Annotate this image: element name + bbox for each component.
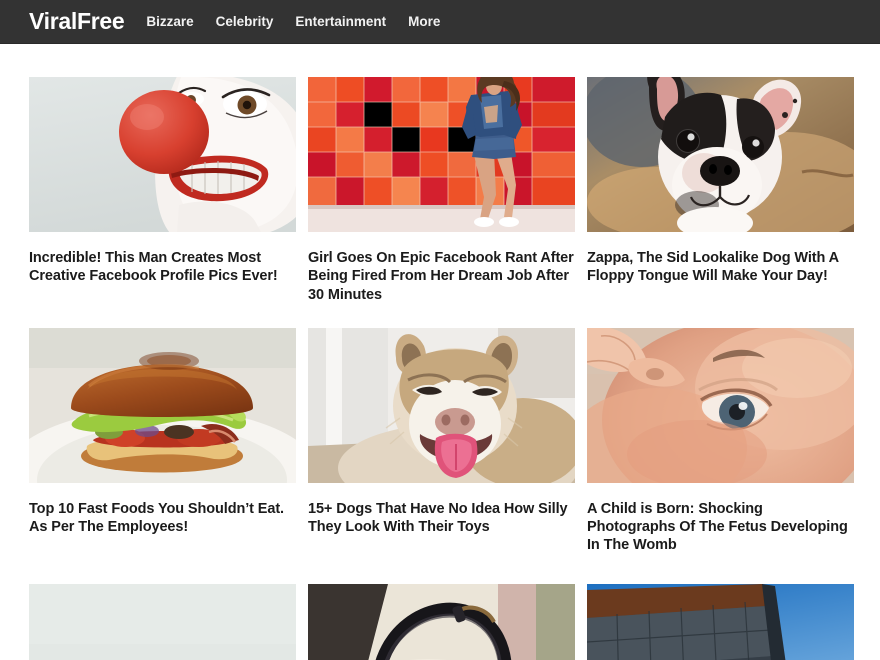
article-thumbnail-baby-face-closeup-photo[interactable]	[587, 327, 854, 483]
article-grid: Incredible! This Man Creates Most Creati…	[0, 44, 880, 660]
article-thumbnail-headphones-photo[interactable]	[308, 583, 575, 660]
article-row: Top 10 Fast Foods You Shouldn’t Eat. As …	[29, 327, 854, 555]
site-header: ViralFree Bizzare Celebrity Entertainmen…	[0, 0, 880, 44]
article-thumbnail-husky-puppy-tongue-out-photo[interactable]	[308, 327, 575, 483]
nav-item-entertainment[interactable]: Entertainment	[295, 15, 386, 29]
article-row: Incredible! This Man Creates Most Creati…	[29, 77, 854, 304]
article-card: Girl Goes On Epic Facebook Rant After Be…	[308, 77, 575, 304]
nav-item-bizzare[interactable]: Bizzare	[146, 15, 193, 29]
article-title[interactable]: Girl Goes On Epic Facebook Rant After Be…	[308, 249, 575, 304]
article-card	[308, 583, 575, 660]
article-title[interactable]: Zappa, The Sid Lookalike Dog With A Flop…	[587, 249, 854, 286]
nav-item-celebrity[interactable]: Celebrity	[216, 15, 274, 29]
site-logo[interactable]: ViralFree	[29, 10, 125, 33]
article-title[interactable]: 15+ Dogs That Have No Idea How Silly The…	[308, 500, 575, 537]
article-title[interactable]: A Child is Born: Shocking Photographs Of…	[587, 500, 854, 555]
article-thumbnail-french-bulldog-puppy-photo[interactable]	[587, 77, 854, 232]
article-card: Zappa, The Sid Lookalike Dog With A Flop…	[587, 77, 854, 304]
nav-item-more[interactable]: More	[408, 15, 440, 29]
article-title[interactable]: Top 10 Fast Foods You Shouldn’t Eat. As …	[29, 500, 296, 537]
article-card: Incredible! This Man Creates Most Creati…	[29, 77, 296, 304]
article-title[interactable]: Incredible! This Man Creates Most Creati…	[29, 249, 296, 286]
article-card: 15+ Dogs That Have No Idea How Silly The…	[308, 327, 575, 555]
main-navigation: Bizzare Celebrity Entertainment More	[146, 15, 440, 29]
article-card	[29, 583, 296, 660]
article-card	[587, 583, 854, 660]
article-thumbnail-burger-on-plate-photo[interactable]	[29, 327, 296, 483]
article-card: A Child is Born: Shocking Photographs Of…	[587, 327, 854, 555]
article-row	[29, 583, 854, 660]
article-thumbnail-modern-building-blue-sky-photo[interactable]	[587, 583, 854, 660]
article-thumbnail-woman-denim-red-tiled-wall-photo[interactable]	[308, 77, 575, 232]
article-thumbnail-twin-men-heads-photo[interactable]	[29, 583, 296, 660]
article-card: Top 10 Fast Foods You Shouldn’t Eat. As …	[29, 327, 296, 555]
article-thumbnail-clown-face-red-nose-photo[interactable]	[29, 77, 296, 232]
